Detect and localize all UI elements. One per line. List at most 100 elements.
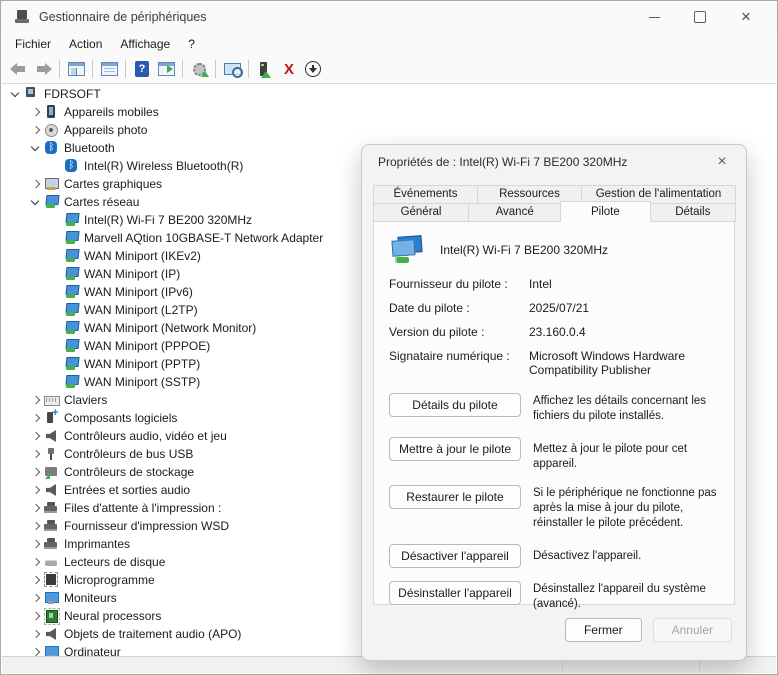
chevron-icon[interactable] (28, 501, 43, 515)
printer-icon (43, 501, 59, 515)
action-pane-icon[interactable] (154, 57, 178, 81)
tree-item-label: WAN Miniport (IP) (84, 267, 180, 281)
fermer-button[interactable]: Fermer (565, 618, 642, 642)
driver-field-row: Signataire numérique : Microsoft Windows… (389, 349, 721, 377)
driver-action-button[interactable]: Restaurer le pilote (389, 485, 521, 509)
tab-label: Avancé (496, 206, 534, 218)
chevron-icon[interactable] (28, 537, 43, 551)
driver-action-button[interactable]: Détails du pilote (389, 393, 521, 417)
chevron-icon[interactable] (48, 321, 63, 335)
neural-icon (43, 609, 59, 623)
speaker-icon (43, 627, 59, 641)
software-icon (43, 411, 59, 425)
driver-action-button[interactable]: Désactiver l'appareil (389, 544, 521, 568)
menu-help[interactable]: ? (179, 34, 204, 54)
tab-label: Détails (675, 206, 710, 218)
scan-hardware-changes-icon[interactable] (220, 57, 244, 81)
disable-device-icon[interactable] (301, 57, 325, 81)
printer-icon (43, 519, 59, 533)
chevron-icon[interactable] (48, 249, 63, 263)
chevron-icon[interactable] (48, 375, 63, 389)
chevron-icon[interactable] (28, 609, 43, 623)
help-icon[interactable] (130, 57, 154, 81)
update-driver-gear-icon[interactable] (187, 57, 211, 81)
keyboard-icon (43, 393, 59, 407)
tree-item-label: Cartes réseau (64, 195, 139, 209)
properties-dialog: Propriétés de : Intel(R) Wi-Fi 7 BE200 3… (361, 144, 747, 661)
chevron-icon[interactable] (28, 573, 43, 587)
dialog-close-icon[interactable] (710, 150, 734, 174)
driver-action-button[interactable]: Mettre à jour le pilote (389, 437, 521, 461)
uninstall-device-icon[interactable] (277, 57, 301, 81)
chevron-icon[interactable] (48, 159, 63, 173)
chevron-icon[interactable] (48, 303, 63, 317)
computer-icon (23, 87, 39, 101)
network-icon (63, 357, 79, 371)
driver-action-row: Détails du pilote Affichez les détails c… (389, 393, 721, 424)
tree-item-label: Bluetooth (64, 141, 115, 155)
driver-action-row: Désinstaller l'appareil Désinstallez l'a… (389, 581, 721, 612)
chevron-icon[interactable] (8, 87, 23, 101)
chevron-icon[interactable] (28, 591, 43, 605)
chevron-icon[interactable] (28, 177, 43, 191)
chevron-icon[interactable] (48, 267, 63, 281)
chevron-icon[interactable] (28, 393, 43, 407)
tab[interactable]: Détails (650, 203, 736, 222)
menu-fichier[interactable]: Fichier (6, 34, 60, 54)
chevron-icon[interactable] (48, 357, 63, 371)
tab[interactable]: Événements (373, 185, 478, 204)
chevron-icon[interactable] (28, 123, 43, 137)
maximize-button[interactable] (677, 2, 723, 32)
tree-item[interactable]: Appareils mobiles (2, 103, 776, 121)
chevron-icon[interactable] (28, 645, 43, 656)
tree-item-label: WAN Miniport (IPv6) (84, 285, 193, 299)
chevron-icon[interactable] (28, 195, 43, 209)
chevron-icon[interactable] (28, 105, 43, 119)
field-label: Signataire numérique : (389, 349, 529, 377)
monitor-icon (43, 591, 59, 605)
chevron-icon[interactable] (28, 519, 43, 533)
annuler-button[interactable]: Annuler (653, 618, 732, 642)
speaker-icon (43, 429, 59, 443)
chevron-icon[interactable] (48, 285, 63, 299)
tab[interactable]: Avancé (468, 203, 561, 222)
chevron-icon[interactable] (28, 447, 43, 461)
menu-affichage[interactable]: Affichage (111, 34, 179, 54)
window-title: Gestionnaire de périphériques (39, 10, 206, 24)
field-value: Microsoft Windows Hardware Compatibility… (529, 349, 721, 377)
chevron-icon[interactable] (48, 339, 63, 353)
close-button[interactable] (723, 2, 769, 32)
menu-action[interactable]: Action (60, 34, 111, 54)
driver-action-button[interactable]: Désinstaller l'appareil (389, 581, 521, 605)
network-icon (43, 195, 59, 209)
back-icon[interactable] (7, 57, 31, 81)
tree-item-label: WAN Miniport (L2TP) (84, 303, 198, 317)
driver-action-description: Affichez les détails concernant les fich… (533, 393, 721, 424)
network-icon (63, 249, 79, 263)
tree-item[interactable]: FDRSOFT (2, 85, 776, 103)
chevron-icon[interactable] (28, 411, 43, 425)
chevron-icon[interactable] (28, 465, 43, 479)
firmware-icon (43, 573, 59, 587)
forward-icon[interactable] (31, 57, 55, 81)
speaker-icon (43, 483, 59, 497)
chevron-icon[interactable] (48, 231, 63, 245)
tab-label: Événements (394, 188, 458, 200)
minimize-button[interactable] (631, 2, 677, 32)
tree-item-label: Moniteurs (64, 591, 117, 605)
tab-label: Ressources (499, 188, 560, 200)
tab[interactable]: Général (373, 203, 469, 222)
tree-item-label: Contrôleurs de stockage (64, 465, 194, 479)
tab[interactable]: Pilote (560, 201, 650, 222)
chevron-icon[interactable] (28, 141, 43, 155)
chevron-icon[interactable] (28, 555, 43, 569)
tree-item[interactable]: Appareils photo (2, 121, 776, 139)
chevron-icon[interactable] (28, 627, 43, 641)
chevron-icon[interactable] (48, 213, 63, 227)
console-list-icon[interactable] (97, 57, 121, 81)
update-driver-device-icon[interactable] (253, 57, 277, 81)
device-manager-app-icon (15, 10, 30, 24)
chevron-icon[interactable] (28, 429, 43, 443)
console-tree-icon[interactable] (64, 57, 88, 81)
chevron-icon[interactable] (28, 483, 43, 497)
